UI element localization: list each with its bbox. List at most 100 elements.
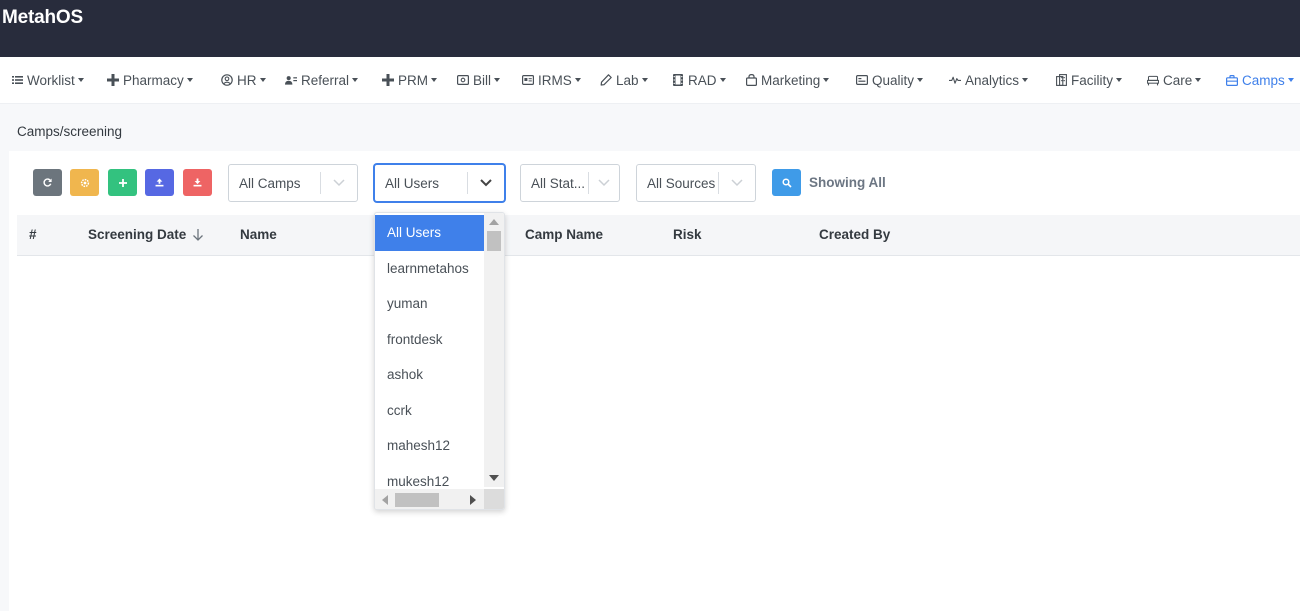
nav-item-irms[interactable]: IRMS xyxy=(522,71,581,89)
chevron-down-icon xyxy=(719,165,755,201)
horizontal-scroll-thumb[interactable] xyxy=(395,493,439,507)
main-nav: Worklist Pharmacy HR Referral PRM Bill I… xyxy=(0,57,1300,104)
chevron-down-icon xyxy=(468,165,504,201)
nav-label: Bill xyxy=(473,72,492,88)
caret-down-icon xyxy=(186,78,193,82)
users-filter-value: All Users xyxy=(385,175,440,191)
upload-button[interactable] xyxy=(145,169,174,196)
dropdown-option-ccrk[interactable]: ccrk xyxy=(375,393,484,429)
search-icon xyxy=(781,177,792,188)
breadcrumb: Camps/screening xyxy=(17,124,123,139)
scroll-down-icon[interactable] xyxy=(489,475,499,481)
bed-icon xyxy=(1147,74,1159,86)
users-icon xyxy=(285,74,297,86)
nav-item-hr[interactable]: HR xyxy=(221,71,266,89)
column-header-name[interactable]: Name xyxy=(240,227,277,242)
quality-icon xyxy=(856,74,868,86)
nav-item-marketing[interactable]: Marketing xyxy=(745,71,830,89)
nav-item-facility[interactable]: Facility xyxy=(1055,71,1123,89)
user-circle-icon xyxy=(221,74,233,86)
nav-label: PRM xyxy=(398,72,428,88)
nav-item-referral[interactable]: Referral xyxy=(285,71,359,89)
vertical-scrollbar[interactable] xyxy=(484,213,504,487)
camps-filter-select[interactable]: All Camps xyxy=(228,164,358,202)
plus-icon xyxy=(118,178,127,187)
sources-filter-value: All Sources xyxy=(647,175,716,191)
sources-filter-select[interactable]: All Sources xyxy=(636,164,756,202)
scroll-up-icon[interactable] xyxy=(489,219,499,225)
nav-label: RAD xyxy=(688,72,717,88)
nav-label: Quality xyxy=(872,72,915,88)
nav-label: Facility xyxy=(1071,72,1114,88)
top-bar: MetahOS xyxy=(0,0,1300,57)
nav-label: HR xyxy=(237,72,257,88)
nav-item-pharmacy[interactable]: Pharmacy xyxy=(107,71,193,89)
dropdown-option-ashok[interactable]: ashok xyxy=(375,357,484,393)
nav-item-rad[interactable]: RAD xyxy=(672,71,726,89)
plus-icon xyxy=(107,74,119,86)
search-button[interactable] xyxy=(772,169,801,196)
sort-descending-icon xyxy=(193,229,204,241)
nav-label: Analytics xyxy=(965,72,1020,88)
nav-label: Camps xyxy=(1242,72,1285,88)
chevron-down-icon xyxy=(589,165,619,201)
add-button[interactable] xyxy=(108,169,137,196)
nav-item-care[interactable]: Care xyxy=(1147,71,1202,89)
column-header-created-by[interactable]: Created By xyxy=(819,227,890,242)
caret-down-icon xyxy=(259,78,266,82)
column-header-screening-date[interactable]: Screening Date xyxy=(88,227,204,242)
status-filter-select[interactable]: All Stat... xyxy=(520,164,620,202)
pipette-icon xyxy=(600,74,612,86)
nav-label: Care xyxy=(1163,72,1193,88)
chevron-down-icon xyxy=(321,165,357,201)
building-icon xyxy=(1055,74,1067,86)
caret-down-icon xyxy=(1116,78,1123,82)
id-card-icon xyxy=(522,74,534,86)
nav-item-bill[interactable]: Bill xyxy=(457,71,501,89)
column-header-label: Screening Date xyxy=(88,227,187,242)
column-header-camp-name[interactable]: Camp Name xyxy=(525,227,603,242)
column-header-risk[interactable]: Risk xyxy=(673,227,702,242)
dropdown-options: All Users learnmetahos yuman frontdesk a… xyxy=(375,215,484,499)
settings-button[interactable] xyxy=(70,169,99,196)
column-header-number[interactable]: # xyxy=(29,227,37,242)
nav-label: Lab xyxy=(616,72,639,88)
refresh-icon xyxy=(43,178,52,187)
vertical-scroll-thumb[interactable] xyxy=(487,231,501,251)
nav-item-analytics[interactable]: Analytics xyxy=(949,71,1029,89)
users-filter-select[interactable]: All Users xyxy=(374,164,505,202)
download-button[interactable] xyxy=(183,169,212,196)
nav-item-lab[interactable]: Lab xyxy=(600,71,648,89)
nav-item-worklist[interactable]: Worklist xyxy=(11,71,84,89)
camps-filter-value: All Camps xyxy=(239,175,301,191)
nav-label: Referral xyxy=(301,72,350,88)
caret-down-icon xyxy=(352,78,359,82)
showing-status: Showing All xyxy=(809,175,886,190)
nav-label: Worklist xyxy=(27,72,75,88)
gear-icon xyxy=(80,178,89,187)
nav-label: Pharmacy xyxy=(123,72,184,88)
dropdown-option-all-users[interactable]: All Users xyxy=(375,215,484,251)
plus-icon xyxy=(382,74,394,86)
dropdown-option-frontdesk[interactable]: frontdesk xyxy=(375,322,484,358)
dropdown-option-mahesh12[interactable]: mahesh12 xyxy=(375,428,484,464)
bill-icon xyxy=(457,74,469,86)
bag-icon xyxy=(745,74,757,86)
nav-item-prm[interactable]: PRM xyxy=(382,71,437,89)
nav-item-camps[interactable]: Camps xyxy=(1226,71,1294,89)
scroll-left-icon[interactable] xyxy=(382,495,388,505)
users-dropdown-list[interactable]: All Users learnmetahos yuman frontdesk a… xyxy=(374,212,505,510)
caret-down-icon xyxy=(1287,78,1294,82)
status-filter-value: All Stat... xyxy=(531,175,586,191)
dropdown-option-learnmetahos[interactable]: learnmetahos xyxy=(375,251,484,287)
refresh-button[interactable] xyxy=(33,169,62,196)
brand-logo[interactable]: MetahOS xyxy=(2,7,83,29)
table-header: # Screening Date Name Camp Name Risk Cre… xyxy=(17,215,1300,256)
nav-item-quality[interactable]: Quality xyxy=(856,71,924,89)
nav-label: IRMS xyxy=(538,72,572,88)
scroll-right-icon[interactable] xyxy=(470,495,476,505)
list-icon xyxy=(11,74,23,86)
film-icon xyxy=(672,74,684,86)
caret-down-icon xyxy=(1195,78,1202,82)
dropdown-option-yuman[interactable]: yuman xyxy=(375,286,484,322)
